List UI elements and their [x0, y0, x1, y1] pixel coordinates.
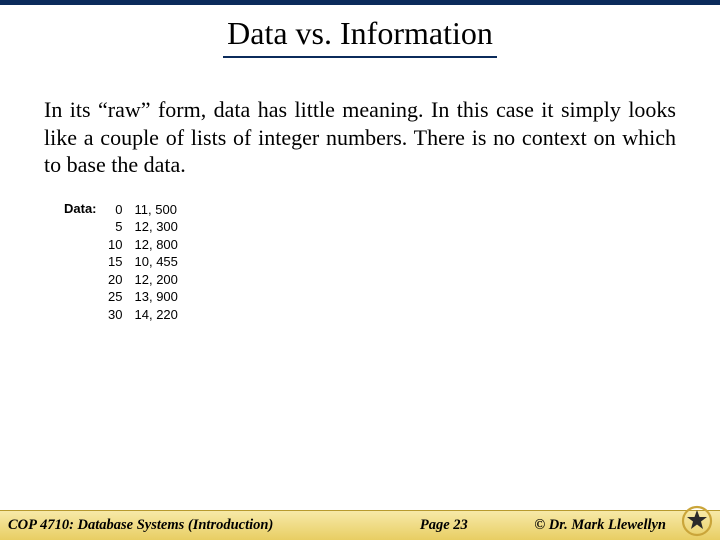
intro-paragraph: In its “raw” form, data has little meani…	[44, 96, 676, 179]
list-item: 12, 300	[135, 218, 178, 236]
list-item: 12, 200	[135, 271, 178, 289]
list-item: 0	[105, 201, 123, 219]
list-item: 30	[105, 306, 123, 324]
title-wrap: Data vs. Information	[0, 5, 720, 58]
list-item: 15	[105, 253, 123, 271]
slide-title: Data vs. Information	[223, 15, 497, 58]
footer-left: COP 4710: Database Systems (Introduction…	[0, 517, 273, 534]
list-item: 10	[105, 236, 123, 254]
ucf-logo-icon	[680, 504, 714, 538]
list-item: 20	[105, 271, 123, 289]
list-item: 10, 455	[135, 253, 178, 271]
list-item: 14, 220	[135, 306, 178, 324]
slide: Data vs. Information In its “raw” form, …	[0, 0, 720, 540]
data-columns: 0 5 10 15 20 25 30 11, 500 12, 300 12, 8…	[105, 201, 178, 324]
footer: COP 4710: Database Systems (Introduction…	[0, 510, 720, 540]
data-col-right: 11, 500 12, 300 12, 800 10, 455 12, 200 …	[135, 201, 178, 324]
slide-body: In its “raw” form, data has little meani…	[0, 58, 720, 323]
list-item: 11, 500	[135, 201, 178, 219]
list-item: 5	[105, 218, 123, 236]
list-item: 25	[105, 288, 123, 306]
footer-page: Page 23	[273, 517, 534, 534]
list-item: 12, 800	[135, 236, 178, 254]
data-col-left: 0 5 10 15 20 25 30	[105, 201, 123, 324]
data-block: Data: 0 5 10 15 20 25 30 11, 500 12, 300…	[64, 201, 676, 324]
data-label: Data:	[64, 201, 97, 216]
list-item: 13, 900	[135, 288, 178, 306]
